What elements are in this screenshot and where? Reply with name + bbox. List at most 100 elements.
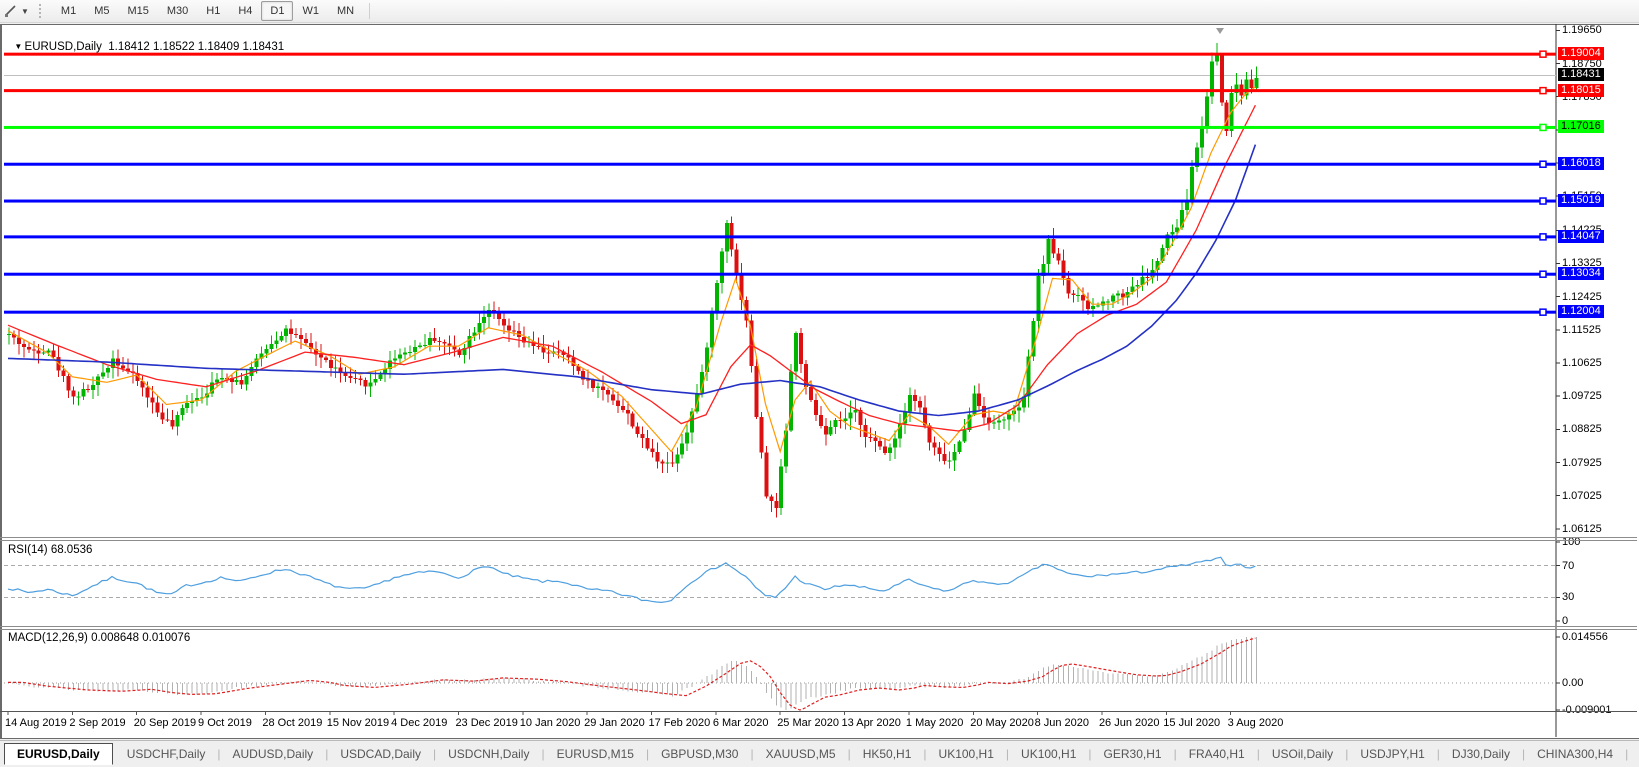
line-handle[interactable] bbox=[1540, 161, 1546, 167]
rsi-line bbox=[8, 557, 1255, 602]
date-axis-tick: 2 Sep 2019 bbox=[69, 717, 125, 729]
macd-histogram bbox=[9, 637, 1256, 710]
line-handle[interactable] bbox=[1540, 198, 1546, 204]
tab-usdchf-daily[interactable]: USDCHF,Daily bbox=[115, 744, 218, 764]
candles-group bbox=[7, 43, 1258, 517]
symbol-tabbar: EURUSD,DailyUSDCHF,Daily|AUDUSD,Daily|US… bbox=[0, 740, 1639, 767]
date-axis-tick: 3 Aug 2020 bbox=[1228, 717, 1284, 729]
line-handle[interactable] bbox=[1540, 309, 1546, 315]
price-line-label: 1.17016 bbox=[1558, 120, 1604, 133]
macd-axis-tick: -0.009001 bbox=[1562, 704, 1612, 716]
timeframe-button-d1[interactable]: D1 bbox=[261, 1, 293, 21]
tab-usoil-d[interactable]: USOil,D bbox=[1628, 744, 1639, 764]
macd-label: MACD(12,26,9) 0.008648 0.010076 bbox=[8, 632, 190, 644]
line-handle[interactable] bbox=[1540, 88, 1546, 94]
chart-title: ▼ EURUSD,Daily 1.18412 1.18522 1.18409 1… bbox=[8, 29, 284, 53]
timeframe-button-m1[interactable]: M1 bbox=[52, 1, 85, 21]
chart-tools-icon[interactable] bbox=[3, 3, 19, 19]
pane-splitter[interactable] bbox=[0, 629, 1637, 630]
horizontal-level-line[interactable] bbox=[4, 200, 1556, 203]
symbol-title: EURUSD,Daily bbox=[25, 41, 102, 53]
price-line-label: 1.13034 bbox=[1558, 267, 1604, 280]
date-axis-tick: 15 Nov 2019 bbox=[327, 717, 389, 729]
toolbar-separator bbox=[369, 3, 370, 19]
date-axis-tick: 9 Oct 2019 bbox=[198, 717, 252, 729]
pane-splitter[interactable] bbox=[0, 537, 1637, 538]
date-axis-tick: 20 May 2020 bbox=[970, 717, 1034, 729]
tab-usdcnh-daily[interactable]: USDCNH,Daily bbox=[436, 744, 541, 764]
tab-ger30-h1[interactable]: GER30,H1 bbox=[1092, 744, 1174, 764]
date-axis-tick: 13 Apr 2020 bbox=[842, 717, 901, 729]
timeframe-button-h1[interactable]: H1 bbox=[197, 1, 229, 21]
tab-hk50-h1[interactable]: HK50,H1 bbox=[851, 744, 924, 764]
price-axis-tick: 1.11525 bbox=[1562, 324, 1601, 336]
pane-splitter[interactable] bbox=[0, 540, 1637, 541]
tab-uk100-h1[interactable]: UK100,H1 bbox=[927, 744, 1006, 764]
line-handle[interactable] bbox=[1540, 234, 1546, 240]
date-axis-tick: 14 Aug 2019 bbox=[5, 717, 67, 729]
tab-gbpusd-m30[interactable]: GBPUSD,M30 bbox=[649, 744, 750, 764]
timeframe-button-m5[interactable]: M5 bbox=[85, 1, 118, 21]
tab-china300-h4[interactable]: CHINA300,H4 bbox=[1525, 744, 1625, 764]
horizontal-level-line[interactable] bbox=[4, 273, 1556, 276]
tab-dj30-daily[interactable]: DJ30,Daily bbox=[1440, 744, 1522, 764]
rsi-label: RSI(14) 68.0536 bbox=[8, 544, 92, 556]
price-axis-tick: 1.07925 bbox=[1562, 457, 1602, 469]
symbol-dropdown-icon[interactable]: ▼ bbox=[14, 42, 24, 51]
price-axis-tick: 1.09725 bbox=[1562, 390, 1602, 402]
timeframe-button-h4[interactable]: H4 bbox=[229, 1, 261, 21]
tabs-host: EURUSD,DailyUSDCHF,Daily|AUDUSD,Daily|US… bbox=[0, 743, 1639, 765]
price-line-label: 1.18015 bbox=[1558, 84, 1604, 97]
date-axis-tick: 1 May 2020 bbox=[906, 717, 963, 729]
macd-axis-tick: 0.014556 bbox=[1562, 631, 1608, 643]
line-handle[interactable] bbox=[1540, 124, 1546, 130]
macd-axis-tick: 0.00 bbox=[1562, 677, 1583, 689]
rsi-axis-tick: 70 bbox=[1562, 560, 1574, 572]
tab-usoil-daily[interactable]: USOil,Daily bbox=[1260, 744, 1345, 764]
pane-splitter[interactable] bbox=[0, 626, 1637, 627]
date-axis-tick: 23 Dec 2019 bbox=[455, 717, 517, 729]
tab-xauusd-m5[interactable]: XAUUSD,M5 bbox=[754, 744, 848, 764]
date-axis-tick: 8 Jun 2020 bbox=[1035, 717, 1089, 729]
ma-mid-line bbox=[8, 105, 1255, 431]
date-axis-tick: 25 Mar 2020 bbox=[777, 717, 839, 729]
tab-eurusd-daily[interactable]: EURUSD,Daily bbox=[4, 743, 113, 765]
chart-shift-marker[interactable] bbox=[1216, 28, 1224, 34]
toolbar-grip[interactable] bbox=[39, 4, 41, 18]
price-axis-tick: 1.19650 bbox=[1562, 24, 1602, 36]
date-axis-tick: 28 Oct 2019 bbox=[262, 717, 322, 729]
price-line-label: 1.12004 bbox=[1558, 305, 1604, 318]
tab-eurusd-m15[interactable]: EURUSD,M15 bbox=[545, 744, 646, 764]
tab-usdcad-daily[interactable]: USDCAD,Daily bbox=[328, 744, 433, 764]
price-axis-tick: 1.07025 bbox=[1562, 490, 1602, 502]
horizontal-level-line[interactable] bbox=[4, 311, 1556, 314]
date-axis-tick: 6 Mar 2020 bbox=[713, 717, 769, 729]
chevron-down-icon[interactable]: ▼ bbox=[21, 7, 29, 16]
timeframe-button-w1[interactable]: W1 bbox=[293, 1, 328, 21]
line-handle[interactable] bbox=[1540, 51, 1546, 57]
horizontal-level-line[interactable] bbox=[4, 126, 1556, 129]
timeframe-button-m15[interactable]: M15 bbox=[118, 1, 157, 21]
timeframe-button-m30[interactable]: M30 bbox=[158, 1, 197, 21]
horizontal-level-line[interactable] bbox=[4, 235, 1556, 238]
line-handle[interactable] bbox=[1540, 271, 1546, 277]
price-line-label: 1.14047 bbox=[1558, 230, 1604, 243]
current-price-label: 1.18431 bbox=[1558, 68, 1604, 81]
horizontal-level-line[interactable] bbox=[4, 53, 1556, 56]
horizontal-level-line[interactable] bbox=[4, 163, 1556, 166]
tab-usdjpy-h1[interactable]: USDJPY,H1 bbox=[1348, 744, 1436, 764]
timeframe-button-mn[interactable]: MN bbox=[328, 1, 363, 21]
horizontal-level-line[interactable] bbox=[4, 89, 1556, 92]
tab-fra40-h1[interactable]: FRA40,H1 bbox=[1177, 744, 1257, 764]
date-axis-tick: 10 Jan 2020 bbox=[520, 717, 581, 729]
date-axis-tick: 15 Jul 2020 bbox=[1163, 717, 1220, 729]
tab-uk100-h1[interactable]: UK100,H1 bbox=[1009, 744, 1088, 764]
date-axis-divider bbox=[0, 711, 1637, 712]
date-axis-tick: 17 Feb 2020 bbox=[649, 717, 711, 729]
price-axis-tick: 1.06125 bbox=[1562, 523, 1602, 535]
price-line-label: 1.15019 bbox=[1558, 194, 1604, 207]
ma-fast-line bbox=[8, 87, 1255, 452]
timeframe-toolbar: M1M5M15M30H1H4D1W1MN bbox=[52, 1, 363, 21]
top-toolbar: ▼ M1M5M15M30H1H4D1W1MN bbox=[0, 0, 1639, 23]
tab-audusd-daily[interactable]: AUDUSD,Daily bbox=[221, 744, 326, 764]
